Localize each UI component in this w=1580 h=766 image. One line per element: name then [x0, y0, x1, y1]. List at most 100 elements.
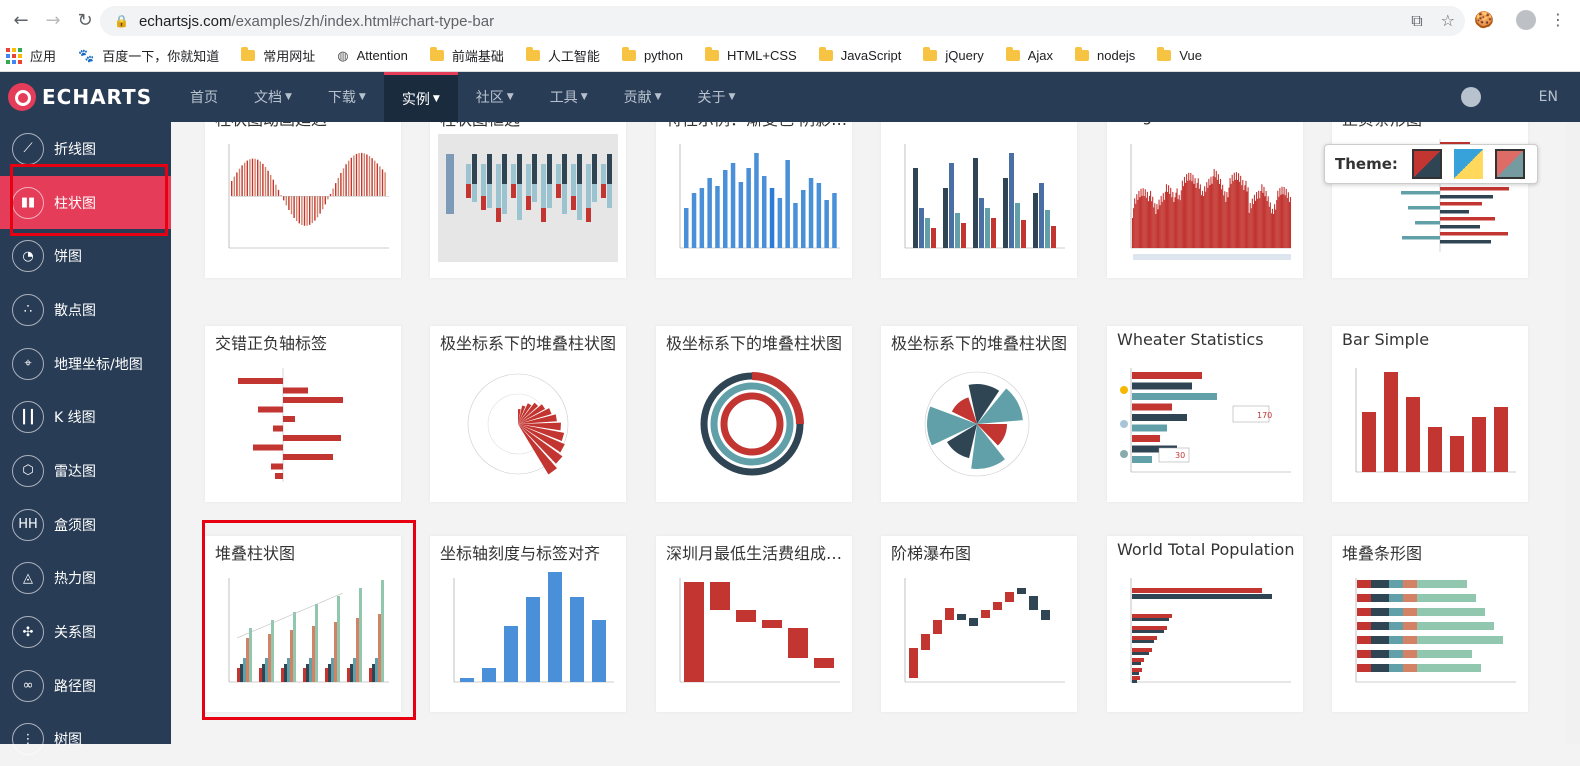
- bar: [257, 160, 258, 196]
- bookmark-folder[interactable]: Ajax: [1006, 48, 1053, 63]
- bar: [1132, 630, 1164, 633]
- bar: [1139, 197, 1140, 248]
- nav-item-7[interactable]: 关于▼: [680, 72, 754, 122]
- github-icon[interactable]: [1461, 87, 1481, 107]
- theme-swatch-dark[interactable]: [1495, 149, 1525, 179]
- example-card-stacked[interactable]: 堆叠柱状图: [205, 536, 401, 712]
- profile-avatar-icon[interactable]: [1516, 10, 1536, 30]
- example-card-weather[interactable]: Wheater Statistics17030: [1107, 326, 1303, 502]
- nav-item-4[interactable]: 社区▼: [458, 72, 532, 122]
- sun-icon: [1120, 386, 1128, 394]
- bar: [1440, 202, 1482, 206]
- nav-item-1[interactable]: 文档▼: [236, 72, 310, 122]
- nav-item-5[interactable]: 工具▼: [532, 72, 606, 122]
- sidebar-item-9[interactable]: ✣关系图: [0, 605, 171, 659]
- bookmark-folder[interactable]: 常用网址: [241, 46, 315, 65]
- sidebar-item-11[interactable]: ⋮树图: [0, 713, 171, 766]
- bookmark-baidu[interactable]: 🐾百度一下，你就知道: [78, 46, 219, 65]
- cookie-extension-icon[interactable]: 🍪: [1474, 10, 1494, 29]
- lang-switch[interactable]: EN: [1539, 89, 1558, 105]
- echarts-logo[interactable]: ECHARTS: [0, 83, 172, 111]
- card-title: 深圳月最低生活费组成（单位:元）: [666, 540, 848, 564]
- bookmark-folder[interactable]: JavaScript: [819, 48, 902, 63]
- scrollbar[interactable]: [1565, 122, 1580, 744]
- translate-icon[interactable]: ⧉: [1411, 11, 1422, 31]
- sidebar-item-0[interactable]: ⟋折线图: [0, 122, 171, 176]
- bookmark-folder[interactable]: python: [622, 48, 683, 63]
- sidebar-item-7[interactable]: HH盒须图: [0, 498, 171, 552]
- bar: [1188, 173, 1189, 248]
- example-card-population[interactable]: World Total Population: [1107, 536, 1303, 712]
- bar: [684, 582, 704, 682]
- bar: [466, 184, 471, 198]
- map-pin-icon: ⌖: [12, 348, 44, 380]
- card-thumbnail: [1115, 568, 1295, 696]
- bar: [1134, 198, 1135, 248]
- reload-icon[interactable]: ↻: [74, 9, 96, 31]
- theme-swatch-default[interactable]: [1412, 149, 1442, 179]
- card-title: Bar Label Rotation: [891, 122, 1073, 125]
- polar-ring: [724, 396, 780, 452]
- forward-icon[interactable]: →: [42, 9, 64, 31]
- bookmark-folder[interactable]: HTML+CSS: [705, 48, 797, 63]
- bar: [1269, 207, 1270, 248]
- sidebar-item-8[interactable]: ◬热力图: [0, 552, 171, 606]
- bookmark-star-icon[interactable]: ☆: [1441, 11, 1455, 31]
- menu-kebab-icon[interactable]: ⋮: [1550, 10, 1566, 29]
- sidebar-item-6[interactable]: ⬡雷达图: [0, 444, 171, 498]
- bar: [1199, 189, 1200, 248]
- example-card-gradient[interactable]: 特性示例：渐变色 阴影 点击缩放: [656, 122, 852, 278]
- bar: [1204, 186, 1205, 248]
- example-card-polar3[interactable]: 极坐标系下的堆叠柱状图: [881, 326, 1077, 502]
- bar: [268, 634, 271, 682]
- example-card-simple[interactable]: Bar Simple: [1332, 326, 1528, 502]
- sidebar-item-10[interactable]: ∞路径图: [0, 659, 171, 713]
- bookmark-apps[interactable]: 应用: [6, 46, 56, 65]
- bar: [919, 208, 924, 248]
- nav-item-0[interactable]: 首页: [172, 72, 236, 122]
- bar: [1179, 195, 1180, 248]
- bar: [1132, 383, 1192, 390]
- bookmark-folder[interactable]: jQuery: [923, 48, 983, 63]
- example-card-ladder[interactable]: 阶梯瀑布图: [881, 536, 1077, 712]
- bar: [1039, 183, 1044, 248]
- card-title: Large Scale Bar Chart: [1117, 122, 1299, 125]
- address-bar[interactable]: 🔒 echartsjs.com/examples/zh/index.html#c…: [100, 6, 1465, 36]
- bar: [1417, 664, 1481, 672]
- bar: [933, 620, 942, 634]
- nav-item-3[interactable]: 实例▼: [384, 72, 458, 122]
- sidebar-item-5[interactable]: ┃┃K 线图: [0, 390, 171, 444]
- bookmark-folder[interactable]: 人工智能: [526, 46, 600, 65]
- bar: [1146, 198, 1147, 248]
- bookmark-folder[interactable]: 前端基础: [430, 46, 504, 65]
- nav-item-6[interactable]: 贡献▼: [606, 72, 680, 122]
- bar: [1184, 177, 1185, 248]
- sidebar-item-2[interactable]: ◔饼图: [0, 229, 171, 283]
- bar: [1178, 199, 1179, 248]
- example-card-polar2[interactable]: 极坐标系下的堆叠柱状图: [656, 326, 852, 502]
- bar: [317, 196, 318, 217]
- example-card-rotation[interactable]: Bar Label Rotation: [881, 122, 1077, 278]
- bookmark-folder[interactable]: Vue: [1157, 48, 1202, 63]
- sidebar-item-3[interactable]: ∴散点图: [0, 283, 171, 337]
- bar: [1144, 196, 1145, 248]
- bar: [1440, 187, 1509, 191]
- example-card-polar1[interactable]: 极坐标系下的堆叠柱状图: [430, 326, 626, 502]
- bar: [547, 184, 552, 208]
- example-card-large[interactable]: Large Scale Bar Chart: [1107, 122, 1303, 278]
- back-icon[interactable]: ←: [10, 9, 32, 31]
- bookmark-folder[interactable]: nodejs: [1075, 48, 1135, 63]
- example-card-brush[interactable]: 柱状图框选: [430, 122, 626, 278]
- example-card-animation[interactable]: 柱状图动画延迟: [205, 122, 401, 278]
- example-card-waterfall[interactable]: 深圳月最低生活费组成（单位:元）: [656, 536, 852, 712]
- example-card-interlaced[interactable]: 交错正负轴标签: [205, 326, 401, 502]
- nav-item-2[interactable]: 下载▼: [310, 72, 384, 122]
- theme-picker: Theme:: [1324, 144, 1538, 184]
- bar: [969, 618, 978, 626]
- bookmark-attention[interactable]: ◍Attention: [337, 48, 408, 64]
- sidebar-item-1[interactable]: ▮▮柱状图: [0, 176, 171, 230]
- example-card-tick[interactable]: 坐标轴刻度与标签对齐: [430, 536, 626, 712]
- sidebar-item-4[interactable]: ⌖地理坐标/地图: [0, 337, 171, 391]
- example-card-stackedbar[interactable]: 堆叠条形图: [1332, 536, 1528, 712]
- theme-swatch-light[interactable]: [1454, 149, 1484, 179]
